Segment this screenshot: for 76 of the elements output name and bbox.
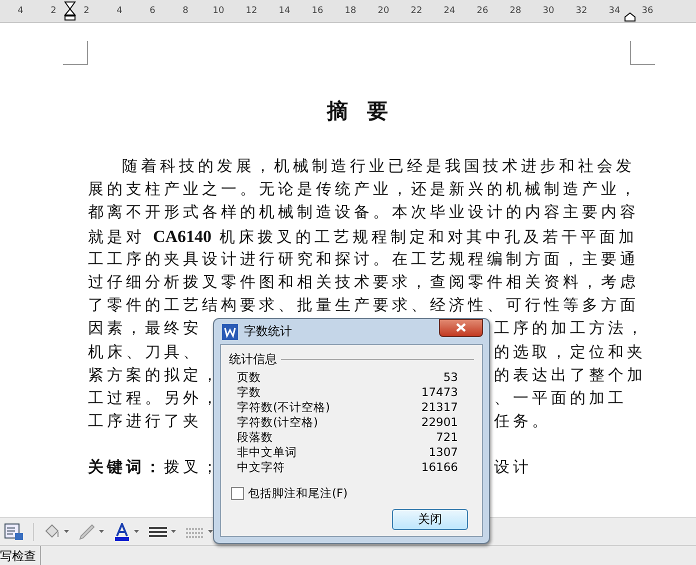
dropdown-caret-icon[interactable] [64, 530, 69, 533]
document-heading: 摘 要 [326, 98, 396, 125]
ruler-number: 36 [640, 6, 654, 16]
ruler-number: 28 [508, 6, 522, 16]
ruler-number: 34 [608, 6, 622, 16]
ruler-number: 8 [182, 6, 190, 16]
keywords-text: 关键词：拨叉； [88, 457, 221, 478]
dropdown-caret-icon[interactable] [208, 530, 213, 533]
ruler-number: 10 [212, 6, 226, 16]
text-line: 因素，最终安 [88, 318, 202, 340]
text-line: 工过程。另外， [88, 388, 221, 409]
text-line: 了零件的工艺结构要求、批量生产要求、经济性、可行性等多方面 [88, 295, 639, 316]
ruler-number: 18 [344, 6, 358, 16]
stat-value: 53 [442, 370, 458, 385]
ruler-number: 26 [476, 6, 490, 16]
text-line: 都离不开形式各样的机械制造设备。本次毕业设计的内容主要内容 [88, 202, 639, 224]
keywords-text: 设计 [494, 457, 532, 478]
ruler-number: 2 [82, 6, 90, 16]
group-label: 统计信息 [229, 351, 277, 368]
ruler-number: 24 [442, 6, 456, 16]
text-line: 随着科技的发展，机械制造行业已经是我国技术进步和社会发 [122, 156, 635, 177]
ruler-number: 22 [410, 6, 424, 16]
margin-corner-mark [630, 41, 655, 65]
ruler-number: 2 [50, 6, 58, 16]
ruler-number: 16 [310, 6, 324, 16]
stat-value: 22901 [421, 415, 458, 430]
stat-label: 非中文单词 [237, 445, 298, 460]
stat-label: 段落数 [237, 430, 274, 445]
stat-value: 1307 [428, 445, 458, 460]
margin-corner-mark [63, 41, 88, 65]
stat-label: 字数 [237, 385, 262, 400]
paint-bucket-icon[interactable] [43, 522, 61, 540]
app-logo-icon [222, 324, 238, 340]
dialog-title: 字数统计 [244, 323, 293, 340]
font-color-icon[interactable] [113, 522, 131, 540]
stat-label: 字符数(不计空格) [237, 400, 331, 415]
right-indent-marker[interactable] [624, 12, 636, 22]
text-line: 就是对 CA6140 机床拨叉的工艺规程制定和对其中孔及若干平面加 [88, 226, 638, 248]
text-line: 任务。 [494, 411, 551, 432]
stat-label: 中文字符 [237, 460, 286, 475]
ruler-number: 6 [148, 6, 156, 16]
close-dialog-button[interactable]: 关闭 [392, 509, 468, 530]
stat-label: 页数 [237, 370, 262, 385]
ruler-number: 12 [244, 6, 258, 16]
text-line: 展的支柱产业之一。无论是传统产业，还是新兴的机械制造产业， [88, 179, 639, 200]
text-line: 工序进行了夹 [88, 411, 202, 432]
text-line: 的表达出了整个加 [494, 364, 646, 386]
text-line: 、一平面的加工 [494, 388, 627, 409]
text-line: 紧方案的拟定， [88, 364, 221, 386]
text-line: 的选取，定位和夹 [494, 342, 646, 362]
stat-label: 字符数(计空格) [237, 415, 319, 430]
ruler-number: 30 [542, 6, 556, 16]
text-box-icon[interactable] [4, 522, 24, 540]
ruler-number: 14 [278, 6, 292, 16]
dropdown-caret-icon[interactable] [99, 530, 104, 533]
checkbox-label: 包括脚注和尾注(F) [248, 486, 348, 501]
text-line: 过仔细分析拨叉零件图和相关技术要求，查阅零件相关资料，考虑 [88, 272, 639, 293]
text-line: 机床、刀具、 [88, 342, 202, 362]
text-line: 工序的加工方法， [494, 318, 646, 340]
stat-value: 17473 [421, 385, 458, 400]
line-style-icon[interactable] [148, 524, 168, 538]
ruler-number: 4 [16, 6, 24, 16]
checkbox[interactable] [231, 487, 244, 500]
dropdown-caret-icon[interactable] [134, 530, 139, 533]
text-line: 工工序的夹具设计进行研究和探讨。在工艺规程编制方面，主要通 [88, 248, 639, 270]
stat-value: 21317 [421, 400, 458, 415]
close-button[interactable] [439, 318, 483, 336]
stat-value: 16166 [421, 460, 458, 475]
ruler-number: 32 [574, 6, 588, 16]
dropdown-caret-icon[interactable] [171, 530, 176, 533]
ruler-number: 4 [116, 6, 124, 16]
status-text[interactable]: 写检查 [0, 546, 41, 565]
stat-value: 721 [435, 430, 458, 445]
close-icon [456, 323, 466, 332]
indent-marker[interactable] [64, 1, 76, 21]
ruler-number: 20 [376, 6, 390, 16]
